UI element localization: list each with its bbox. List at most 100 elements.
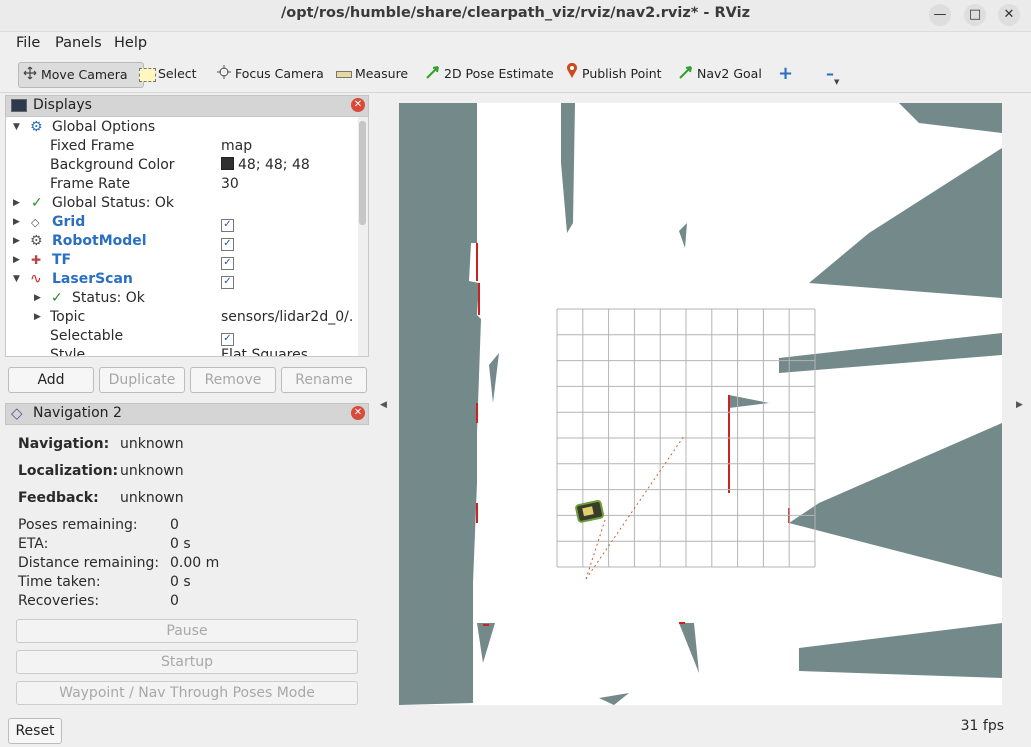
feedback-status-label: Feedback:	[18, 490, 99, 506]
eta-label: ETA:	[18, 536, 49, 552]
distance-remaining-label: Distance remaining:	[18, 555, 160, 571]
tree-row-laserscan-status[interactable]: ▶ ✓ Status: Ok	[6, 289, 356, 308]
menu-help[interactable]: Help	[114, 35, 147, 51]
tree-row-grid[interactable]: ▶ ◇ Grid ✓	[6, 213, 356, 232]
menu-file[interactable]: File	[16, 35, 40, 51]
collapsed-arrow-icon[interactable]: ▶	[13, 251, 20, 270]
tree-row-laserscan[interactable]: ▼ ∿ LaserScan ✓	[6, 270, 356, 289]
tree-label: LaserScan	[52, 271, 133, 287]
selectable-checkbox[interactable]: ✓	[221, 327, 234, 346]
add-tool-button[interactable]: +	[778, 62, 793, 86]
monitor-icon	[11, 99, 27, 112]
pose-estimate-tool[interactable]: 2D Pose Estimate	[426, 62, 554, 86]
poses-remaining-value: 0	[170, 517, 179, 533]
green-arrow-icon	[426, 63, 440, 87]
measure-tool[interactable]: Measure	[336, 62, 408, 86]
pause-button[interactable]: Pause	[16, 619, 358, 643]
checkmark-icon: ✓	[31, 195, 43, 211]
style-value[interactable]: Flat Squares	[221, 346, 308, 356]
tree-row-style[interactable]: Style Flat Squares	[6, 346, 356, 356]
tree-label: Frame Rate	[50, 176, 131, 192]
tree-row-robotmodel[interactable]: ▶ ⚙ RobotModel ✓	[6, 232, 356, 251]
tree-row-global-status[interactable]: ▶ ✓ Global Status: Ok	[6, 194, 356, 213]
select-label: Select	[158, 66, 197, 81]
checkmark-icon: ✓	[51, 290, 63, 306]
minimize-button[interactable]: —	[929, 4, 951, 26]
tree-row-selectable[interactable]: Selectable ✓	[6, 327, 356, 346]
menu-panels[interactable]: Panels	[55, 35, 102, 51]
background-color-text: 48; 48; 48	[238, 157, 310, 173]
displays-title: Displays	[33, 97, 92, 113]
focus-camera-tool[interactable]: Focus Camera	[217, 62, 324, 86]
tree-row-background-color[interactable]: Background Color 48; 48; 48	[6, 156, 356, 175]
laserscan-enabled-checkbox[interactable]: ✓	[221, 270, 234, 289]
eta-value: 0 s	[170, 536, 191, 552]
time-taken-value: 0 s	[170, 574, 191, 590]
fixed-frame-value[interactable]: map	[221, 137, 252, 156]
navigation-panel-header: ◇ Navigation 2 ✕	[5, 403, 369, 425]
rename-display-button[interactable]: Rename	[281, 367, 367, 393]
fps-counter: 31 fps	[960, 718, 1004, 734]
displays-scrollbar[interactable]	[358, 117, 368, 356]
tree-row-global-options[interactable]: ▼ ⚙ Global Options	[6, 118, 356, 137]
toolbar: Move Camera Select Focus Camera Measure …	[0, 58, 1031, 93]
add-display-button[interactable]: Add	[8, 367, 94, 393]
reset-button[interactable]: Reset	[8, 718, 62, 744]
scrollbar-thumb[interactable]	[359, 121, 366, 225]
collapsed-arrow-icon[interactable]: ▶	[13, 194, 20, 213]
background-color-value[interactable]: 48; 48; 48	[221, 156, 310, 175]
frame-rate-value[interactable]: 30	[221, 175, 239, 194]
nav2-goal-label: Nav2 Goal	[697, 66, 762, 81]
gear-icon: ⚙	[30, 119, 43, 135]
time-taken-label: Time taken:	[18, 574, 101, 590]
collapse-left-arrow-icon[interactable]: ◀	[380, 400, 387, 410]
collapsed-arrow-icon[interactable]: ▶	[13, 213, 20, 232]
duplicate-display-button[interactable]: Duplicate	[99, 367, 185, 393]
tree-row-fixed-frame[interactable]: Fixed Frame map	[6, 137, 356, 156]
expanded-arrow-icon[interactable]: ▼	[13, 118, 20, 137]
tree-row-topic[interactable]: ▶ Topic sensors/lidar2d_0/.	[6, 308, 356, 327]
axes-icon: ✚	[31, 253, 42, 267]
focus-camera-label: Focus Camera	[235, 66, 324, 81]
collapsed-arrow-icon[interactable]: ▶	[34, 308, 41, 327]
collapse-right-arrow-icon[interactable]: ▶	[1016, 400, 1023, 410]
robotmodel-enabled-checkbox[interactable]: ✓	[221, 232, 234, 251]
feedback-status-value: unknown	[120, 490, 184, 506]
menu-bar: File Panels Help	[0, 32, 1031, 56]
waypoint-mode-button[interactable]: Waypoint / Nav Through Poses Mode	[16, 681, 358, 705]
select-icon	[139, 67, 156, 82]
close-window-button[interactable]: ✕	[998, 4, 1020, 26]
maximize-button[interactable]: □	[964, 4, 986, 26]
topic-value[interactable]: sensors/lidar2d_0/.	[221, 308, 353, 327]
displays-panel-header: Displays ✕	[5, 95, 369, 117]
laser-scan-points	[476, 243, 790, 626]
close-panel-icon[interactable]: ✕	[351, 98, 365, 112]
robot-model	[575, 500, 605, 523]
publish-point-tool[interactable]: Publish Point	[566, 62, 662, 86]
grid-display	[556, 308, 816, 568]
remove-tool-button[interactable]: –▼	[826, 62, 839, 86]
collapsed-arrow-icon[interactable]: ▶	[34, 289, 41, 308]
tree-label: Grid	[52, 214, 86, 230]
plus-icon: +	[778, 63, 794, 84]
tree-row-tf[interactable]: ▶ ✚ TF ✓	[6, 251, 356, 270]
startup-button[interactable]: Startup	[16, 650, 358, 674]
nav2-goal-tool[interactable]: Nav2 Goal	[679, 62, 762, 86]
localization-status-value: unknown	[120, 463, 184, 479]
close-panel-icon[interactable]: ✕	[351, 406, 365, 420]
status-bar: Reset 31 fps	[0, 716, 1031, 747]
expanded-arrow-icon[interactable]: ▼	[13, 270, 20, 289]
collapsed-arrow-icon[interactable]: ▶	[13, 232, 20, 251]
move-camera-icon	[23, 64, 37, 88]
tree-row-frame-rate[interactable]: Frame Rate 30	[6, 175, 356, 194]
tf-enabled-checkbox[interactable]: ✓	[221, 251, 234, 270]
tree-label: Status: Ok	[72, 290, 145, 306]
ruler-icon	[336, 71, 352, 78]
grid-enabled-checkbox[interactable]: ✓	[221, 213, 234, 232]
map-obstacles	[399, 103, 1002, 705]
move-camera-tool[interactable]: Move Camera	[18, 62, 144, 88]
select-tool[interactable]: Select	[139, 62, 197, 86]
remove-display-button[interactable]: Remove	[190, 367, 276, 393]
render-viewport[interactable]	[399, 103, 1002, 705]
color-swatch	[221, 157, 234, 170]
